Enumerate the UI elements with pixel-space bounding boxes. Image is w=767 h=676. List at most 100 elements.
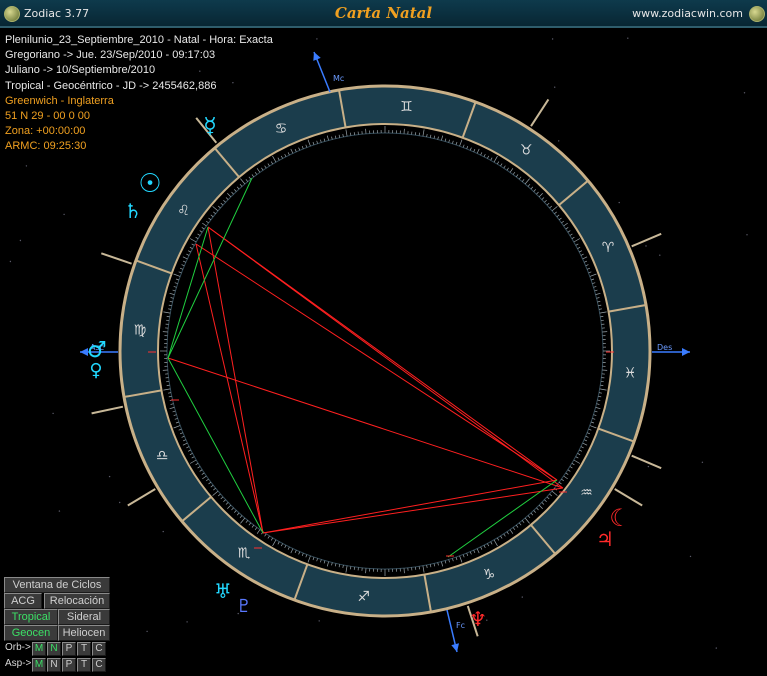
background-star <box>715 647 717 649</box>
heliocentric-toggle[interactable]: Heliocen <box>58 625 110 641</box>
info-line-chart-name: Plenilunio_23_Septiembre_2010 - Natal - … <box>5 34 273 46</box>
zodiac-sign-virgo-icon: ♍ <box>134 323 147 339</box>
house-cusp-ray <box>530 98 550 127</box>
planet-pluto-icon[interactable]: ♇ <box>236 596 252 617</box>
info-line-location: Greenwich - Inglaterra <box>5 94 114 107</box>
background-star <box>558 140 560 142</box>
background-star <box>554 86 556 88</box>
background-star <box>58 510 61 512</box>
background-star <box>689 555 692 558</box>
background-star <box>146 630 148 633</box>
degree-tick <box>600 380 604 383</box>
degree-tick <box>353 566 356 570</box>
house-cusp-ray <box>100 252 132 265</box>
app-logo-icon-right[interactable] <box>749 6 765 22</box>
orb-button-p[interactable]: P <box>62 642 76 656</box>
background-star <box>63 213 65 216</box>
info-line-armc: ARMC: 09:25:30 <box>5 140 87 153</box>
degree-tick <box>166 319 170 322</box>
degree-tick <box>418 132 420 136</box>
aspect-button-c[interactable]: C <box>92 658 106 672</box>
degree-tick <box>350 566 352 570</box>
background-star <box>746 234 748 236</box>
acg-button[interactable]: ACG <box>4 593 42 609</box>
planet-sun-icon[interactable]: ☉ <box>138 169 161 199</box>
background-star <box>618 201 620 204</box>
planet-neptune-icon[interactable]: ♆ <box>469 607 487 631</box>
planet-venus-icon[interactable]: ♀ <box>89 360 102 381</box>
background-star <box>119 501 121 504</box>
geocentric-toggle[interactable]: Geocen <box>4 625 58 641</box>
house-cusp-ray <box>631 232 662 248</box>
orb-button-c[interactable]: C <box>92 642 106 656</box>
aspect-button-t[interactable]: T <box>77 658 91 672</box>
tropical-toggle[interactable]: Tropical <box>4 609 58 625</box>
background-star <box>627 37 629 39</box>
info-line-coordinates: 51 N 29 - 00 0 00 <box>5 110 91 123</box>
website-link[interactable]: www.zodiacwin.com <box>632 7 743 20</box>
planet-saturn-icon[interactable]: ♄ <box>124 199 142 223</box>
background-star <box>162 530 164 533</box>
info-line-gregorian: Gregoriano -> Jue. 23/Sep/2010 - 09:17:0… <box>5 49 216 62</box>
orb-button-n[interactable]: N <box>47 642 61 656</box>
background-star <box>701 461 704 463</box>
degree-tick <box>414 566 417 570</box>
zodiac-sign-taurus-icon: ♉ <box>520 143 533 159</box>
background-star <box>25 165 28 167</box>
axis-mc-label: Mc <box>333 74 344 83</box>
sidereal-toggle[interactable]: Sideral <box>58 609 110 625</box>
title-bar: Zodiac 3.77 Carta Natal www.zodiacwin.co… <box>0 0 767 28</box>
background-star <box>659 254 661 256</box>
background-star <box>743 92 746 94</box>
aspect-row-label: Asp-> <box>5 658 32 669</box>
info-line-timezone: Zona: +00:00:00 <box>5 125 86 138</box>
background-star <box>647 465 650 468</box>
axis-fc-label: Fc <box>456 621 465 630</box>
background-star <box>9 260 12 263</box>
info-line-zodiac-type: Tropical - Geocéntrico - JD -> 2455462,8… <box>5 79 217 92</box>
degree-tick <box>600 319 604 322</box>
planet-uranus-icon[interactable]: ♅ <box>214 579 232 603</box>
aspect-button-m[interactable]: M <box>32 658 46 672</box>
zodiac-sign-libra-icon: ♎ <box>156 448 169 464</box>
house-cusp-ray <box>91 405 124 415</box>
house-cusp-ray <box>631 454 662 470</box>
zodiac-sign-aquarius-icon: ♒ <box>580 485 593 501</box>
aspect-button-p[interactable]: P <box>62 658 76 672</box>
degree-tick <box>350 132 352 136</box>
zodiac-sign-gemini-icon: ♊ <box>400 99 413 115</box>
degree-tick <box>166 384 170 386</box>
zodiac-sign-cancer-icon: ♋ <box>275 121 288 137</box>
relocation-button[interactable]: Relocación <box>44 593 110 609</box>
cycles-window-button[interactable]: Ventana de Ciclos <box>4 577 110 593</box>
house-cusp-ray <box>127 488 156 507</box>
axis-desc-arrow-icon <box>682 348 690 356</box>
background-star <box>645 245 647 247</box>
info-line-julian: Juliano -> 10/Septiembre/2010 <box>5 64 156 77</box>
zodiac-sign-aries-icon: ♈ <box>602 240 615 256</box>
orb-button-m[interactable]: M <box>32 642 46 656</box>
axis-desc-label: Des <box>657 343 672 352</box>
degree-tick <box>600 316 604 318</box>
chart-info-panel: Plenilunio_23_Septiembre_2010 - Natal - … <box>5 33 273 155</box>
zodiac-sign-capricorn-icon: ♑ <box>483 567 496 583</box>
degree-tick <box>166 316 170 318</box>
background-star <box>318 620 320 622</box>
degree-tick <box>414 132 417 136</box>
zodiac-sign-scorpio-icon: ♏ <box>238 546 251 562</box>
planet-jupiter-icon[interactable]: ♃ <box>596 527 614 551</box>
orb-row-label: Orb-> <box>5 642 31 653</box>
background-star <box>108 475 111 478</box>
degree-tick <box>600 384 604 386</box>
background-star <box>551 38 554 40</box>
zodiac-sign-leo-icon: ♌ <box>177 203 190 219</box>
orb-button-t[interactable]: T <box>77 642 91 656</box>
background-star <box>316 38 318 40</box>
aspect-button-n[interactable]: N <box>47 658 61 672</box>
degree-tick <box>353 132 356 136</box>
background-star <box>521 596 523 598</box>
background-star <box>186 621 188 623</box>
degree-tick <box>166 380 170 383</box>
degree-tick <box>418 566 420 570</box>
zodiac-sign-sagittarius-icon: ♐ <box>357 589 370 605</box>
